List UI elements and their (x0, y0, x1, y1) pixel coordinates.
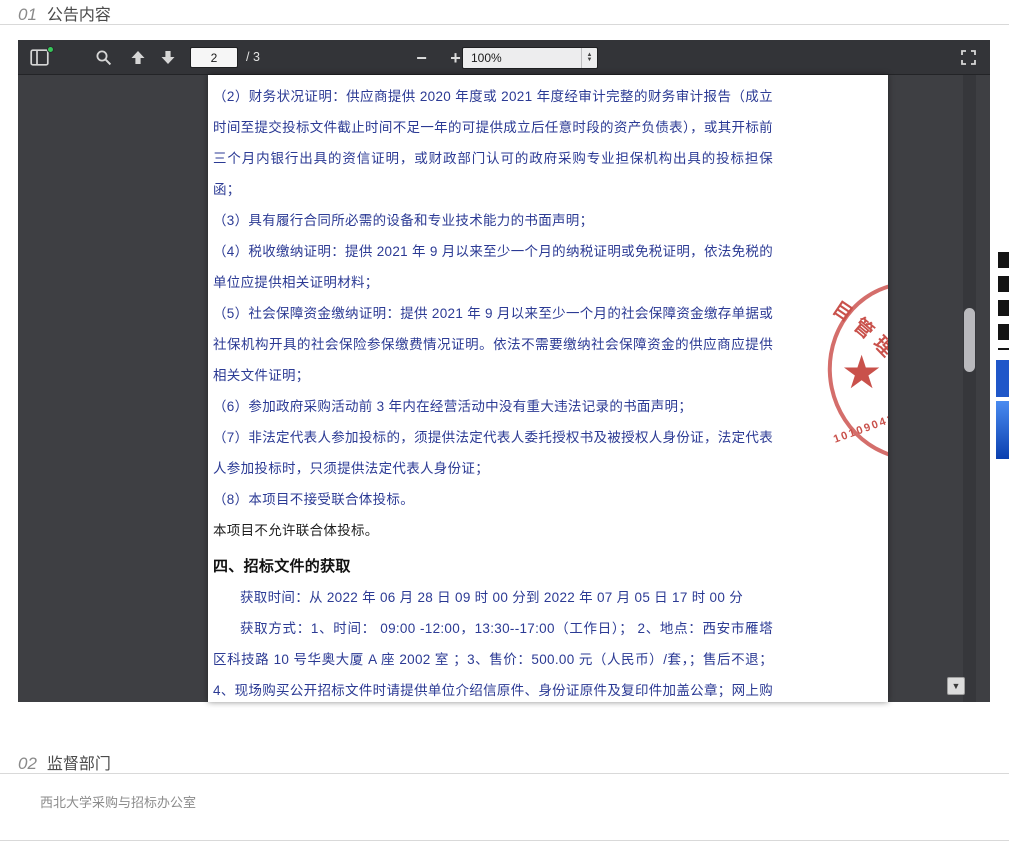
stamp-star-icon: ★ (841, 349, 882, 395)
sidebar-toggle-button[interactable] (26, 44, 53, 71)
scroll-down-button[interactable]: ▼ (947, 677, 965, 695)
fullscreen-button[interactable] (955, 44, 982, 71)
section-header-supervisor: 02 监督部门 (18, 750, 111, 774)
page-count-label: / 3 (246, 50, 260, 64)
next-page-button[interactable] (154, 44, 181, 71)
previous-page-button[interactable] (124, 44, 151, 71)
page-number-input[interactable] (190, 47, 238, 68)
scroll-down-icon: ▼ (952, 682, 961, 691)
pdf-heading: 四、招标文件的获取 (213, 546, 773, 582)
select-spinner-icon: ▲▼ (581, 48, 597, 68)
page-down-icon (160, 50, 176, 65)
pdf-paragraph: （3）具有履行合同所必需的设备和专业技术能力的书面声明； (213, 205, 773, 236)
pdf-paragraph: （5）社会保障资金缴纳证明：提供 2021 年 9 月以来至少一个月的社会保障资… (213, 298, 773, 391)
pdf-text: （2）财务状况证明：供应商提供 2020 年度或 2021 年度经审计完整的财务… (213, 81, 773, 702)
pdf-viewer: / 3 − + 100% ▲▼ （2）财务状况证明：供应商提供 2020 年度或… (18, 40, 990, 702)
pdf-scrollbar[interactable] (963, 75, 976, 702)
zoom-out-button[interactable]: − (408, 44, 435, 71)
pdf-paragraph: 获取方式：1、时间： 09:00 -12:00，13:30--17:00（工作日… (213, 613, 773, 702)
clipped-floating-widget-button[interactable] (996, 360, 1009, 397)
pdf-paragraph: （4）税收缴纳证明：提供 2021 年 9 月以来至少一个月的纳税证明或免税证明… (213, 236, 773, 298)
sidebar-toggle-icon (30, 49, 49, 66)
supervisor-department: 西北大学采购与招标办公室 (40, 792, 196, 811)
pdf-paragraph: （7）非法定代表人参加投标的，须提供法定代表人委托授权书及被授权人身份证，法定代… (213, 422, 773, 484)
zoom-level-value: 100% (463, 51, 581, 65)
zoom-out-icon: − (416, 49, 427, 67)
sidebar-toggle-badge (47, 46, 54, 53)
pdf-paragraph: （2）财务状况证明：供应商提供 2020 年度或 2021 年度经审计完整的财务… (213, 81, 773, 205)
divider (0, 24, 1009, 25)
divider (0, 773, 1009, 774)
section-number: 02 (18, 754, 37, 774)
pdf-page: （2）财务状况证明：供应商提供 2020 年度或 2021 年度经审计完整的财务… (208, 75, 888, 702)
fullscreen-icon (960, 49, 977, 66)
clipped-floating-widget-text (998, 252, 1009, 350)
section-header-announcement: 01 公告内容 (18, 1, 111, 25)
pdf-paragraph: 获取时间：从 2022 年 06 月 28 日 09 时 00 分到 2022 … (213, 582, 773, 613)
clipped-floating-widget-banner[interactable] (996, 401, 1009, 459)
scrollbar-thumb[interactable] (964, 308, 975, 372)
page-up-icon (130, 50, 146, 65)
zoom-in-icon: + (450, 49, 461, 67)
zoom-level-select[interactable]: 100% ▲▼ (462, 47, 598, 69)
pdf-paragraph: （6）参加政府采购活动前 3 年内在经营活动中没有重大违法记录的书面声明； (213, 391, 773, 422)
pdf-paragraph: 本项目不允许联合体投标。 (213, 515, 773, 546)
section-number: 01 (18, 5, 37, 25)
pdf-toolbar: / 3 − + 100% ▲▼ (18, 40, 990, 75)
search-icon (95, 49, 112, 66)
divider (0, 840, 1009, 841)
red-seal-stamp: 目 管 理 ★ 10109041 (828, 281, 888, 461)
pdf-paragraph: （8）本项目不接受联合体投标。 (213, 484, 773, 515)
section-title: 公告内容 (47, 1, 111, 25)
section-title: 监督部门 (47, 750, 111, 774)
search-button[interactable] (90, 44, 117, 71)
